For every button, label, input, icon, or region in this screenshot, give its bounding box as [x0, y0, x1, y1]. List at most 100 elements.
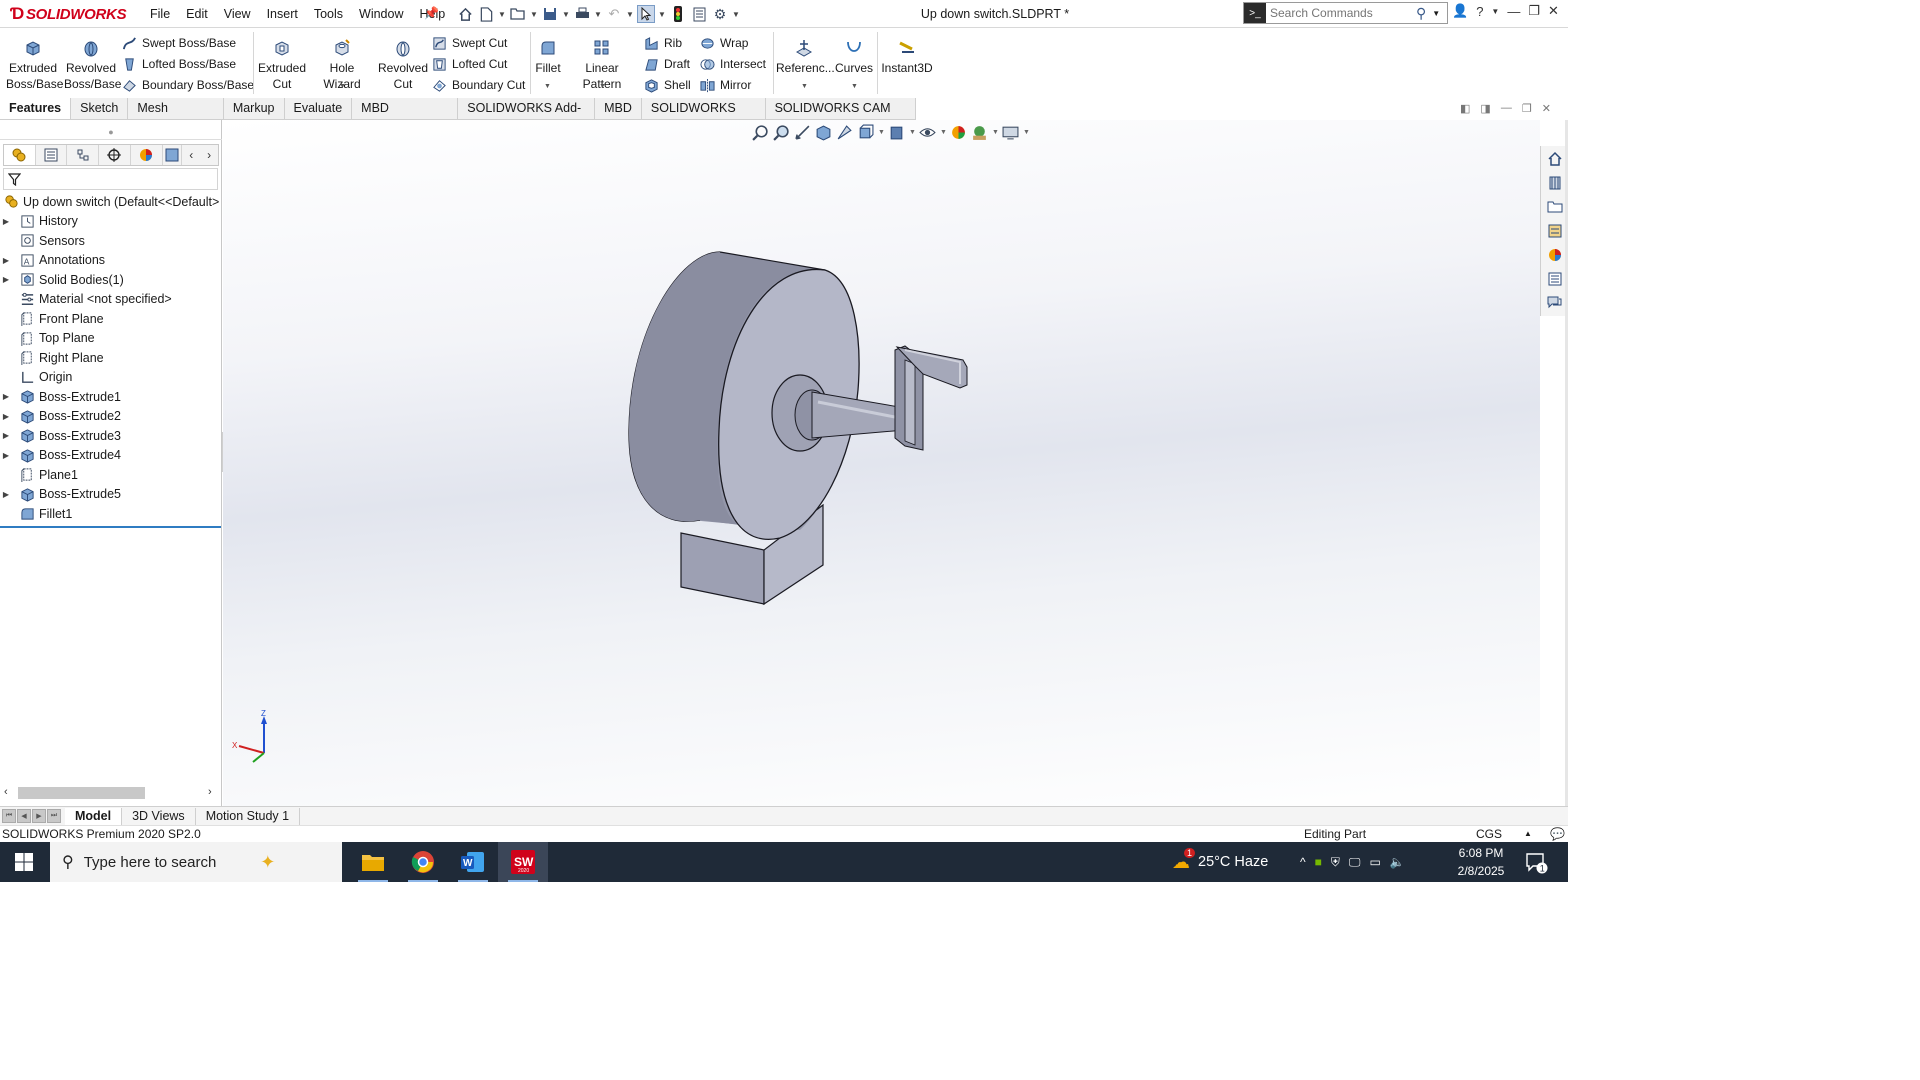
panel-tabs-left-arrow-icon[interactable]: ‹ — [182, 148, 200, 162]
tile-right-icon[interactable]: ◨ — [1480, 102, 1490, 115]
search-commands-input[interactable] — [1266, 6, 1414, 20]
extruded-boss-button[interactable]: Extruded Boss/Base — [6, 38, 63, 92]
tree-item-boss-extrude5[interactable]: ▶ Boss-Extrude5 — [0, 485, 222, 505]
tree-item-boss-extrude4[interactable]: ▶ Boss-Extrude4 — [0, 446, 222, 466]
revolved-boss-button[interactable]: Revolved Boss/Base — [64, 38, 121, 92]
solidworks-logo[interactable]: Ɗ SOLIDWORKS — [0, 0, 127, 28]
cam-feature-tree-tab-icon[interactable] — [163, 145, 183, 165]
linear-pattern-dropdown-icon[interactable]: ▼ — [599, 83, 606, 90]
unit-system-dropdown-icon[interactable]: ▲ — [1524, 829, 1532, 838]
expand-arrow-icon[interactable]: ▶ — [0, 217, 12, 226]
tree-item-sensors[interactable]: Sensors — [0, 231, 222, 251]
command-prompt-icon[interactable]: >_ — [1244, 3, 1266, 23]
notification-center-icon[interactable]: 1 — [1524, 850, 1548, 874]
close-icon[interactable]: ✕ — [1548, 3, 1559, 19]
property-manager-tab-icon[interactable] — [36, 145, 68, 165]
tree-item-history[interactable]: ▶ History — [0, 212, 222, 232]
appearances-scenes-icon[interactable] — [1546, 245, 1564, 265]
open-dropdown-icon[interactable]: ▼ — [530, 10, 538, 19]
swept-cut-button[interactable]: Swept Cut — [432, 34, 507, 52]
tab-markup[interactable]: Markup — [223, 98, 285, 119]
print-icon[interactable] — [573, 5, 591, 23]
taskbar-search-box[interactable]: ⚲ Type here to search ✦ — [50, 842, 342, 882]
custom-properties-icon[interactable] — [1546, 269, 1564, 289]
help-icon[interactable]: ? — [1476, 4, 1483, 19]
tab-mbd-dimensions[interactable]: MBD Dimensions — [352, 98, 459, 136]
battery-tray-icon[interactable]: ▭ — [1369, 855, 1380, 869]
tree-item-material-not-specified[interactable]: Material <not specified> — [0, 290, 222, 310]
section-view-icon[interactable] — [815, 124, 832, 141]
network-tray-icon[interactable]: 🖵 — [1349, 855, 1361, 870]
instant3d-button[interactable]: Instant3D — [880, 38, 934, 76]
edit-appearance-icon[interactable] — [950, 124, 967, 141]
view-settings-dropdown-icon[interactable]: ▼ — [1023, 129, 1030, 136]
tree-item-boss-extrude1[interactable]: ▶ Boss-Extrude1 — [0, 387, 222, 407]
mirror-button[interactable]: Mirror — [700, 76, 751, 94]
rollback-bar[interactable] — [0, 526, 221, 528]
menu-window[interactable]: Window — [351, 7, 411, 21]
tree-item-boss-extrude2[interactable]: ▶ Boss-Extrude2 — [0, 407, 222, 427]
expand-arrow-icon[interactable]: ▶ — [0, 256, 12, 265]
lofted-cut-button[interactable]: Lofted Cut — [432, 55, 507, 73]
swept-boss-button[interactable]: Swept Boss/Base — [122, 34, 236, 52]
tree-item-origin[interactable]: Origin — [0, 368, 222, 388]
solidworks-forum-icon[interactable] — [1546, 293, 1564, 313]
tab-model[interactable]: Model — [65, 807, 123, 825]
hide-show-items-icon[interactable] — [919, 124, 936, 141]
unit-system-selector[interactable]: CGS — [1476, 827, 1502, 841]
menu-insert[interactable]: Insert — [259, 7, 306, 21]
tab-sketch[interactable]: Sketch — [71, 98, 129, 119]
solidworks-app-icon[interactable]: SW 2020 — [498, 842, 548, 882]
options-dropdown-icon[interactable]: ▼ — [732, 10, 740, 19]
reference-dropdown-icon[interactable]: ▼ — [801, 83, 808, 90]
weather-widget[interactable]: ☁ 1 25°C Haze — [1172, 842, 1268, 882]
menu-edit[interactable]: Edit — [178, 7, 216, 21]
revolved-cut-button[interactable]: Revolved Cut — [376, 38, 430, 92]
tab-evaluate[interactable]: Evaluate — [284, 98, 353, 119]
show-hidden-icons-icon[interactable]: ^ — [1300, 855, 1306, 869]
expand-arrow-icon[interactable]: ▶ — [0, 275, 12, 284]
display-style-dropdown-icon[interactable]: ▼ — [909, 129, 916, 136]
scroll-thumb[interactable] — [18, 787, 145, 799]
file-explorer-app-icon[interactable] — [348, 842, 398, 882]
expand-arrow-icon[interactable]: ▶ — [0, 451, 12, 460]
expand-arrow-icon[interactable]: ▶ — [0, 490, 12, 499]
menu-file[interactable]: File — [142, 7, 178, 21]
zoom-to-area-icon[interactable] — [773, 124, 790, 141]
expand-arrow-icon[interactable]: ▶ — [0, 431, 12, 440]
reference-geometry-button[interactable]: Referenc... — [776, 38, 835, 76]
options-gear-icon[interactable]: ⚙ — [711, 5, 729, 23]
panel-tabs-right-arrow-icon[interactable]: › — [200, 148, 218, 162]
minimize-icon[interactable]: — — [1507, 4, 1520, 19]
menu-view[interactable]: View — [216, 7, 259, 21]
tile-left-icon[interactable]: ◧ — [1460, 102, 1470, 115]
intersect-button[interactable]: Intersect — [700, 55, 766, 73]
tree-item-plane1[interactable]: Plane1 — [0, 465, 222, 485]
scroll-left-arrow-icon[interactable]: ‹ — [4, 786, 8, 798]
fillet-button[interactable]: Fillet — [533, 38, 563, 76]
extruded-cut-button[interactable]: Extruded Cut — [256, 38, 308, 92]
dimxpert-manager-tab-icon[interactable] — [99, 145, 131, 165]
tree-item-boss-extrude3[interactable]: ▶ Boss-Extrude3 — [0, 426, 222, 446]
select-dropdown-icon[interactable]: ▼ — [658, 10, 666, 19]
tab-mbd[interactable]: MBD — [595, 98, 642, 119]
solidworks-resources-icon[interactable] — [1546, 149, 1564, 169]
lofted-boss-button[interactable]: Lofted Boss/Base — [122, 55, 236, 73]
security-tray-icon[interactable]: ⛨ — [1331, 855, 1340, 870]
chrome-app-icon[interactable] — [398, 842, 448, 882]
search-icon[interactable]: ⚲ — [1416, 5, 1426, 22]
save-icon[interactable] — [541, 5, 559, 23]
curves-button[interactable]: Curves — [834, 38, 874, 76]
tree-filter[interactable] — [3, 168, 218, 190]
panel-horizontal-scrollbar[interactable]: ‹ › — [0, 784, 222, 802]
undo-icon[interactable]: ↶ — [605, 5, 623, 23]
apply-scene-icon[interactable] — [971, 124, 988, 141]
tab-motion-study[interactable]: Motion Study 1 — [196, 807, 301, 825]
home-icon[interactable] — [456, 5, 474, 23]
tab-mesh-modeling[interactable]: Mesh Modeling — [128, 98, 224, 136]
view-palette-icon[interactable] — [1546, 221, 1564, 241]
graphics-area[interactable]: Z X — [223, 120, 1540, 806]
tree-item-top-plane[interactable]: Top Plane — [0, 329, 222, 349]
first-tab-icon[interactable]: ⏮ — [2, 809, 16, 823]
last-tab-icon[interactable]: ⏭ — [47, 809, 61, 823]
